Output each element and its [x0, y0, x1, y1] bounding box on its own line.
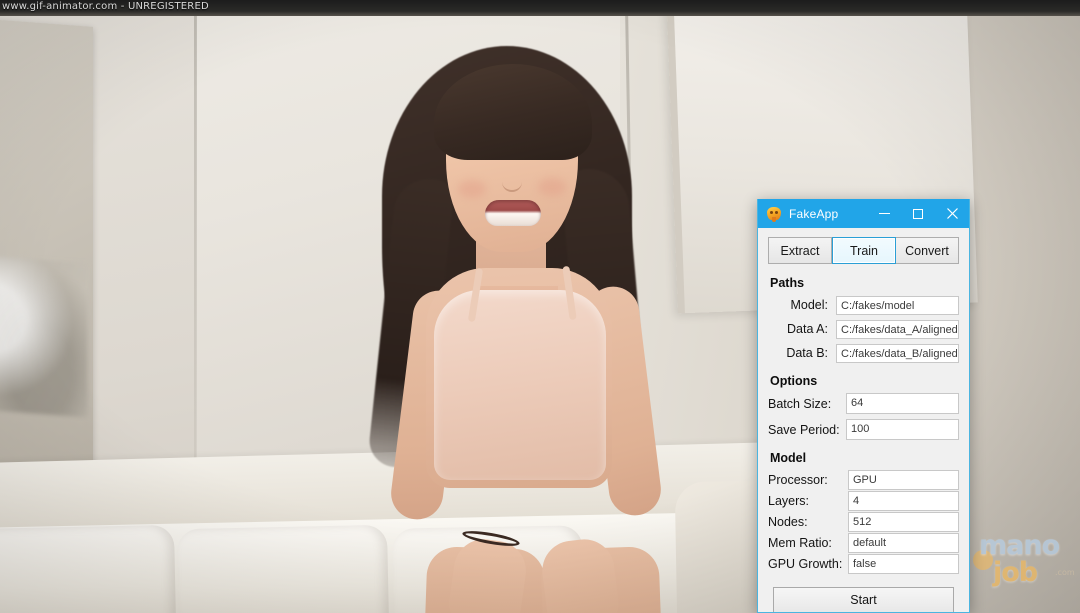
close-button[interactable] — [935, 199, 969, 228]
fakeapp-mask-icon — [766, 206, 782, 222]
input-gpu-growth[interactable]: false — [848, 554, 959, 574]
field-row-data-b: Data B: C:/fakes/data_B/aligned — [768, 343, 959, 363]
input-layers[interactable]: 4 — [848, 491, 959, 511]
tab-convert[interactable]: Convert — [896, 237, 959, 264]
input-save-period[interactable]: 100 — [846, 419, 959, 440]
tab-train[interactable]: Train — [832, 237, 896, 264]
maximize-icon — [913, 208, 923, 219]
wall-picture-frame — [0, 17, 93, 482]
label-save-period: Save Period: — [768, 422, 840, 437]
field-row-processor: Processor: GPU — [768, 470, 959, 490]
gif-animator-watermark: www.gif-animator.com - UNREGISTERED — [2, 1, 209, 12]
fakeapp-window[interactable]: FakeApp Extract Train Convert Paths Mode… — [757, 199, 970, 613]
start-button[interactable]: Start — [773, 587, 954, 612]
input-mem-ratio[interactable]: default — [848, 533, 959, 553]
minimize-icon — [878, 213, 890, 214]
label-processor: Processor: — [768, 473, 828, 487]
label-data-a: Data A: — [787, 322, 828, 336]
label-batch-size: Batch Size: — [768, 396, 832, 411]
field-row-data-a: Data A: C:/fakes/data_A/aligned — [768, 319, 959, 339]
start-button-container: Start — [768, 587, 959, 612]
screen-root: www.gif-animator.com - UNREGISTERED mano… — [0, 0, 1080, 613]
label-nodes: Nodes: — [768, 515, 808, 529]
input-data-a-path[interactable]: C:/fakes/data_A/aligned — [836, 319, 959, 339]
input-model-path[interactable]: C:/fakes/model — [836, 295, 959, 315]
field-row-save-period: Save Period: 100 — [768, 419, 959, 440]
label-gpu-growth: GPU Growth: — [768, 557, 843, 571]
mode-tabs: Extract Train Convert — [768, 237, 959, 264]
minimize-button[interactable] — [867, 199, 901, 228]
section-model: Model Processor: GPU Layers: 4 Nodes: 51… — [768, 451, 959, 574]
field-row-nodes: Nodes: 512 — [768, 512, 959, 532]
section-heading-paths: Paths — [770, 276, 805, 290]
cheek-left — [458, 180, 486, 198]
window-title: FakeApp — [789, 206, 839, 221]
field-row-batch-size: Batch Size: 64 — [768, 393, 959, 414]
window-controls — [867, 199, 969, 228]
nose — [502, 166, 522, 192]
section-heading-model: Model — [770, 451, 807, 465]
window-body: Extract Train Convert Paths Model: C:/fa… — [758, 228, 969, 612]
input-nodes[interactable]: 512 — [848, 512, 959, 532]
tab-extract[interactable]: Extract — [768, 237, 832, 264]
section-options: Options Batch Size: 64 Save Period: 100 — [768, 374, 959, 440]
couch-cushion — [0, 524, 177, 613]
person-subject — [330, 28, 750, 613]
window-titlebar[interactable]: FakeApp — [758, 199, 969, 228]
mouth-smiling — [485, 200, 541, 226]
input-data-b-path[interactable]: C:/fakes/data_B/aligned — [836, 343, 959, 363]
field-row-gpu-growth: GPU Growth: false — [768, 554, 959, 574]
label-mem-ratio: Mem Ratio: — [768, 536, 832, 550]
label-data-b: Data B: — [786, 346, 828, 360]
field-row-model: Model: C:/fakes/model — [768, 295, 959, 315]
field-row-layers: Layers: 4 — [768, 491, 959, 511]
input-batch-size[interactable]: 64 — [846, 393, 959, 414]
label-model: Model: — [790, 298, 828, 312]
maximize-button[interactable] — [901, 199, 935, 228]
field-row-mem-ratio: Mem Ratio: default — [768, 533, 959, 553]
input-processor[interactable]: GPU — [848, 470, 959, 490]
close-icon — [946, 208, 958, 219]
section-paths: Paths Model: C:/fakes/model Data A: C:/f… — [768, 276, 959, 363]
section-heading-options: Options — [770, 374, 818, 388]
cheek-right — [538, 178, 566, 196]
label-layers: Layers: — [768, 494, 809, 508]
